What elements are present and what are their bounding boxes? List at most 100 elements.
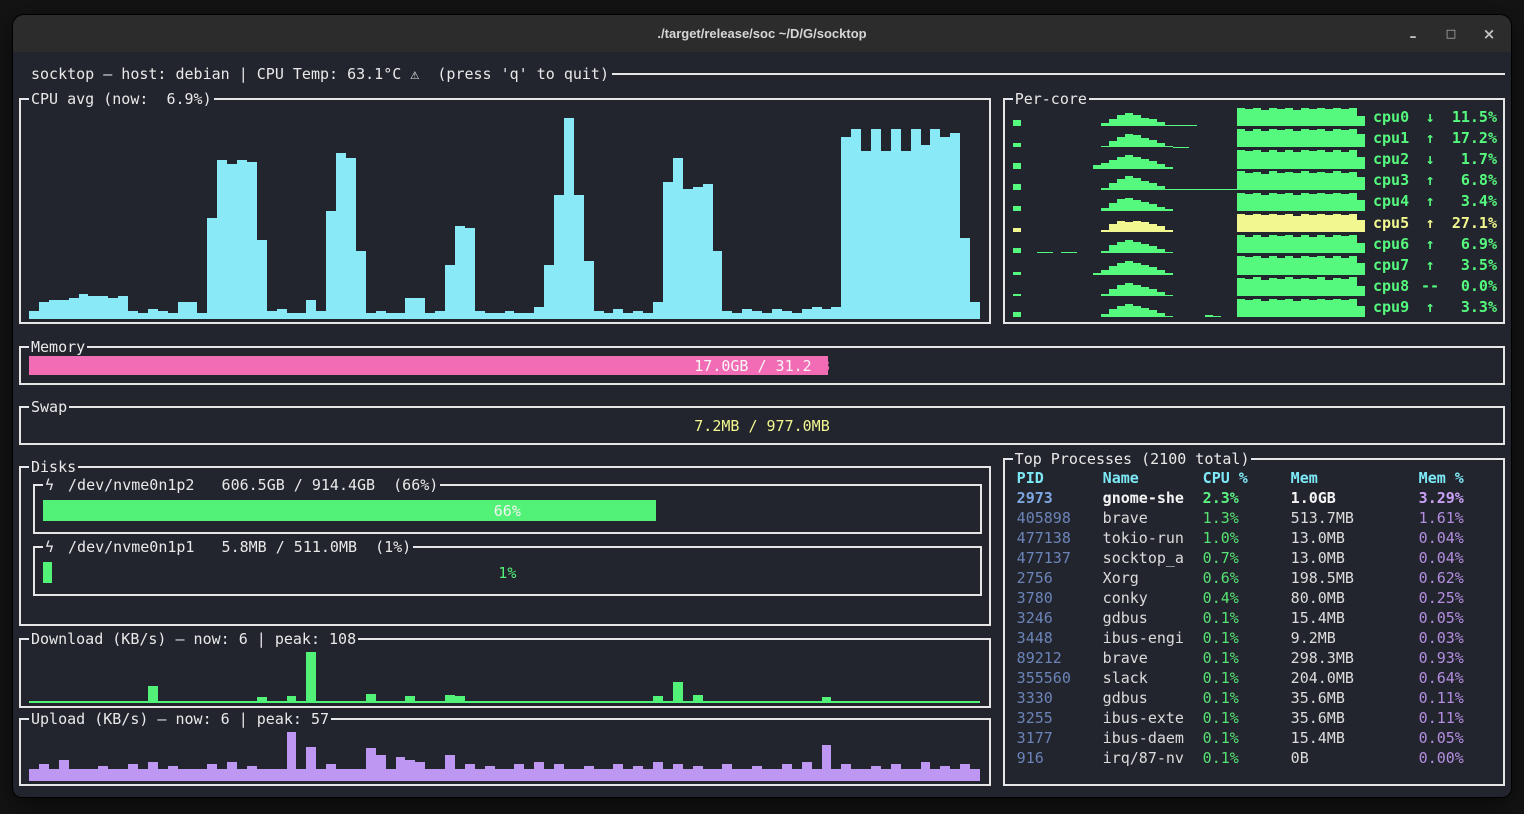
chart-bar: [1117, 199, 1125, 211]
chart-bar: [1325, 258, 1333, 275]
chart-bar: [1117, 137, 1125, 148]
chart-bar: [366, 694, 376, 703]
core-label: cpu6↑ 6.9%: [1373, 235, 1497, 253]
chart-bar: [277, 309, 287, 319]
memory-panel: Memory 17.0GB / 31.2GB: [19, 346, 1505, 385]
process-cell: brave: [1103, 508, 1203, 528]
memory-gauge-label: 17.0GB / 31.2GB: [29, 356, 1495, 375]
chart-bar: [1309, 257, 1317, 274]
chart-bar: [1325, 237, 1333, 253]
process-cell: 513.7MB: [1291, 508, 1419, 528]
trend-arrow-icon: ↑: [1417, 256, 1443, 274]
chart-bar: [1245, 257, 1253, 274]
chart-bar: [1285, 150, 1293, 168]
process-row: 3780conky0.4%80.0MB0.25%: [1017, 588, 1499, 608]
chart-bar: [257, 769, 267, 781]
chart-bar: [1357, 200, 1365, 211]
chart-bar: [1133, 157, 1141, 169]
chart-bar: [752, 766, 762, 781]
chart-bar: [455, 226, 465, 319]
chart-bar: [475, 311, 485, 319]
chart-bar: [148, 762, 158, 781]
chart-bar: [594, 701, 604, 703]
process-row: 355560slack0.1%204.0MB0.64%: [1017, 668, 1499, 688]
chart-bar: [1245, 279, 1253, 296]
chart-bar: [812, 701, 822, 703]
chart-bar: [197, 313, 207, 319]
chart-bar: [1141, 265, 1149, 275]
chart-bar: [822, 309, 832, 319]
terminal-content[interactable]: socktop — host: debian | CPU Temp: 63.1°…: [13, 52, 1511, 798]
chart-bar: [930, 701, 940, 703]
disk-label: ϟ/dev/nvme0n1p1 5.8MB / 511.0MB (1%): [43, 537, 413, 557]
chart-bar: [1301, 108, 1309, 126]
chart-bar: [514, 764, 524, 781]
chart-bar: [1269, 235, 1277, 253]
core-label: cpu8-- 0.0%: [1373, 277, 1497, 295]
core-row-cpu1: cpu1↑17.2%: [1011, 127, 1497, 148]
chart-bar: [1237, 235, 1245, 253]
lightning-icon: ϟ: [45, 537, 54, 557]
chart-bar: [1157, 249, 1165, 253]
chart-bar: [663, 701, 673, 703]
chart-bar: [1301, 299, 1309, 317]
chart-bar: [1269, 214, 1277, 232]
disk-box: ϟ/dev/nvme0n1p1 5.8MB / 511.0MB (1%)1%: [33, 546, 982, 596]
trend-arrow-icon: ↑: [1417, 192, 1443, 210]
chart-bar: [386, 701, 396, 703]
upload-chart: [29, 732, 981, 781]
minimize-icon[interactable]: –: [1405, 30, 1421, 44]
chart-bar: [1325, 109, 1333, 126]
chart-bar: [1141, 287, 1149, 296]
core-usage-value: 3.3%: [1443, 298, 1497, 316]
maximize-icon[interactable]: □: [1443, 27, 1459, 41]
chart-bar: [306, 300, 316, 319]
chart-bar: [534, 762, 544, 781]
chart-bar: [1325, 300, 1333, 317]
chart-bar: [1309, 109, 1317, 126]
chart-bar: [1245, 109, 1253, 126]
chart-bar: [415, 298, 425, 319]
process-cell: 0.1%: [1203, 728, 1291, 748]
chart-bar: [673, 682, 683, 703]
chart-bar: [1293, 131, 1301, 147]
chart-bar: [1357, 306, 1365, 317]
chart-bar: [861, 769, 871, 781]
chart-bar: [1341, 173, 1349, 190]
chart-bar: [435, 311, 445, 319]
process-row: 3246gdbus0.1%15.4MB0.05%: [1017, 608, 1499, 628]
chart-bar: [39, 302, 49, 319]
window-titlebar[interactable]: ./target/release/soc ~/D/G/socktop – □ ×: [13, 15, 1511, 52]
chart-bar: [88, 769, 98, 781]
core-usage-value: 3.5%: [1443, 256, 1497, 274]
chart-bar: [1301, 214, 1309, 232]
chart-bar: [1149, 161, 1157, 169]
core-label: cpu4↑ 3.4%: [1373, 192, 1497, 210]
chart-bar: [1309, 215, 1317, 232]
core-sparkline: [1011, 212, 1373, 233]
chart-bar: [29, 769, 39, 781]
process-cell: 405898: [1017, 508, 1103, 528]
chart-bar: [316, 311, 326, 319]
chart-bar: [1237, 256, 1245, 274]
chart-bar: [267, 701, 277, 703]
chart-bar: [287, 732, 297, 781]
chart-bar: [1013, 143, 1021, 147]
chart-bar: [1101, 163, 1109, 169]
chart-bar: [1293, 152, 1301, 169]
disk-percent-label: 66%: [43, 500, 972, 521]
close-icon[interactable]: ×: [1481, 27, 1497, 41]
chart-bar: [1309, 173, 1317, 190]
chart-bar: [1245, 151, 1253, 168]
memory-title: Memory: [29, 337, 87, 357]
chart-bar: [296, 769, 306, 781]
chart-bar: [1269, 278, 1277, 296]
chart-bar: [1245, 237, 1253, 254]
trend-arrow-icon: --: [1417, 277, 1443, 295]
chart-bar: [1109, 309, 1117, 317]
process-cell: 80.0MB: [1291, 588, 1419, 608]
core-name: cpu9: [1373, 298, 1417, 316]
chart-bar: [831, 769, 841, 781]
chart-bar: [1277, 194, 1285, 211]
process-cell: slack: [1103, 668, 1203, 688]
